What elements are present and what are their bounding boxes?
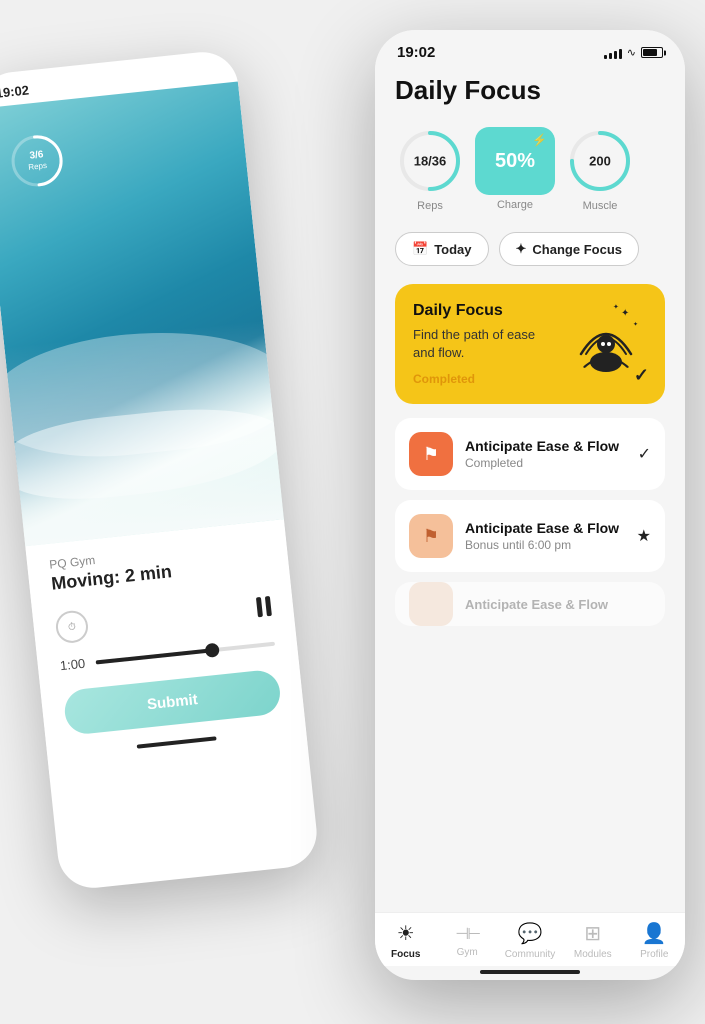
filter-buttons: 📅 Today ✦ Change Focus bbox=[395, 232, 665, 266]
battery-icon bbox=[641, 47, 663, 58]
back-content: PQ Gym Moving: 2 min ⏱ 1:00 Submit bbox=[25, 519, 308, 778]
page-title: Daily Focus bbox=[395, 75, 665, 106]
stat-reps: 18/36 Reps bbox=[395, 126, 465, 212]
stat-charge: ⚡ 50% Charge bbox=[475, 127, 555, 211]
today-button[interactable]: 📅 Today bbox=[395, 232, 489, 266]
nav-profile[interactable]: 👤 Profile bbox=[630, 921, 678, 960]
focus-icon: ☀ bbox=[397, 921, 415, 946]
profile-icon: 👤 bbox=[642, 921, 667, 946]
settings-icon: ✦ bbox=[516, 241, 527, 257]
status-icons: ∿ bbox=[604, 46, 663, 59]
community-icon: 💬 bbox=[518, 921, 543, 946]
stats-row: 18/36 Reps ⚡ 50% Charge bbox=[395, 126, 665, 212]
nav-modules[interactable]: ⊞ Modules bbox=[569, 921, 617, 960]
calendar-icon: 📅 bbox=[412, 241, 428, 257]
stat-muscle: 200 Muscle bbox=[565, 126, 635, 212]
phone-background: 19:02 3/6 Reps PQ Gym Moving: 2 min ⏱ bbox=[0, 49, 320, 892]
wifi-icon: ∿ bbox=[627, 46, 636, 59]
today-label: Today bbox=[434, 242, 471, 257]
muscle-label: Muscle bbox=[583, 200, 618, 212]
partial-icon bbox=[409, 582, 453, 626]
item-subtitle-2: Bonus until 6:00 pm bbox=[465, 538, 625, 552]
slider-row: 1:00 bbox=[59, 636, 275, 673]
bolt-icon: ⚡ bbox=[532, 133, 547, 147]
home-indicator bbox=[137, 736, 217, 748]
item-content-2: Anticipate Ease & Flow Bonus until 6:00 … bbox=[465, 520, 625, 552]
item-icon-1: ⚑ bbox=[409, 432, 453, 476]
change-focus-label: Change Focus bbox=[532, 242, 622, 257]
item-action-1: ✓ bbox=[638, 444, 651, 464]
list-item-partial: Anticipate Ease & Flow bbox=[395, 582, 665, 626]
main-content: Daily Focus 18/36 Reps bbox=[375, 67, 685, 912]
bottom-navigation: ☀ Focus ⊣⊢ Gym 💬 Community ⊞ Modules 👤 P… bbox=[375, 912, 685, 966]
nav-focus[interactable]: ☀ Focus bbox=[382, 921, 430, 960]
svg-text:✦: ✦ bbox=[621, 308, 629, 319]
item-icon-2: ⚑ bbox=[409, 514, 453, 558]
ocean-image: 3/6 Reps bbox=[0, 81, 284, 546]
submit-button[interactable]: Submit bbox=[63, 669, 283, 736]
signal-icon bbox=[604, 47, 622, 59]
nav-gym[interactable]: ⊣⊢ Gym bbox=[443, 924, 491, 958]
svg-text:3/6: 3/6 bbox=[29, 149, 44, 161]
timer-icon[interactable]: ⏱ bbox=[54, 609, 89, 644]
nav-focus-label: Focus bbox=[391, 949, 420, 960]
card-illustration: ✦ ✦ ✦ bbox=[561, 294, 651, 374]
nav-community-label: Community bbox=[505, 949, 556, 960]
nav-modules-label: Modules bbox=[574, 949, 612, 960]
item-content-1: Anticipate Ease & Flow Completed bbox=[465, 438, 626, 470]
status-bar: 19:02 ∿ bbox=[375, 30, 685, 67]
home-indicator bbox=[480, 970, 580, 974]
list-item[interactable]: ⚑ Anticipate Ease & Flow Completed ✓ bbox=[395, 418, 665, 490]
charge-value: 50% bbox=[495, 150, 535, 173]
pause-button[interactable] bbox=[256, 596, 272, 617]
nav-profile-label: Profile bbox=[640, 949, 668, 960]
list-item[interactable]: ⚑ Anticipate Ease & Flow Bonus until 6:0… bbox=[395, 500, 665, 572]
nav-community[interactable]: 💬 Community bbox=[505, 921, 556, 960]
flag-icon-1: ⚑ bbox=[423, 444, 439, 465]
flag-icon-2: ⚑ bbox=[423, 526, 439, 547]
charge-label: Charge bbox=[497, 199, 533, 211]
modules-icon: ⊞ bbox=[584, 921, 601, 946]
status-time: 19:02 bbox=[397, 44, 435, 61]
muscle-value: 200 bbox=[589, 154, 611, 169]
completed-checkmark: ✓ bbox=[634, 365, 649, 386]
progress-slider[interactable] bbox=[96, 641, 275, 664]
item-title-1: Anticipate Ease & Flow bbox=[465, 438, 626, 454]
card-status: Completed bbox=[413, 372, 647, 386]
svg-text:✦: ✦ bbox=[633, 321, 638, 328]
reps-circle: 3/6 Reps bbox=[4, 128, 70, 194]
daily-focus-card[interactable]: Daily Focus Find the path of ease and fl… bbox=[395, 284, 665, 404]
nav-gym-label: Gym bbox=[457, 947, 478, 958]
item-action-2: ★ bbox=[637, 526, 651, 546]
change-focus-button[interactable]: ✦ Change Focus bbox=[499, 232, 639, 266]
back-time: 19:02 bbox=[0, 82, 30, 100]
svg-text:✦: ✦ bbox=[613, 303, 619, 311]
reps-label: Reps bbox=[417, 200, 443, 212]
svg-text:Reps: Reps bbox=[28, 161, 48, 172]
partial-text: Anticipate Ease & Flow bbox=[465, 597, 608, 612]
item-subtitle-1: Completed bbox=[465, 456, 626, 470]
gym-icon: ⊣⊢ bbox=[455, 924, 479, 944]
card-description: Find the path of ease and flow. bbox=[413, 326, 553, 362]
reps-value: 18/36 bbox=[414, 154, 447, 169]
slider-time: 1:00 bbox=[59, 655, 88, 673]
phone-foreground: 19:02 ∿ Daily Focus bbox=[375, 30, 685, 980]
item-title-2: Anticipate Ease & Flow bbox=[465, 520, 625, 536]
controls-row: ⏱ bbox=[54, 590, 272, 644]
